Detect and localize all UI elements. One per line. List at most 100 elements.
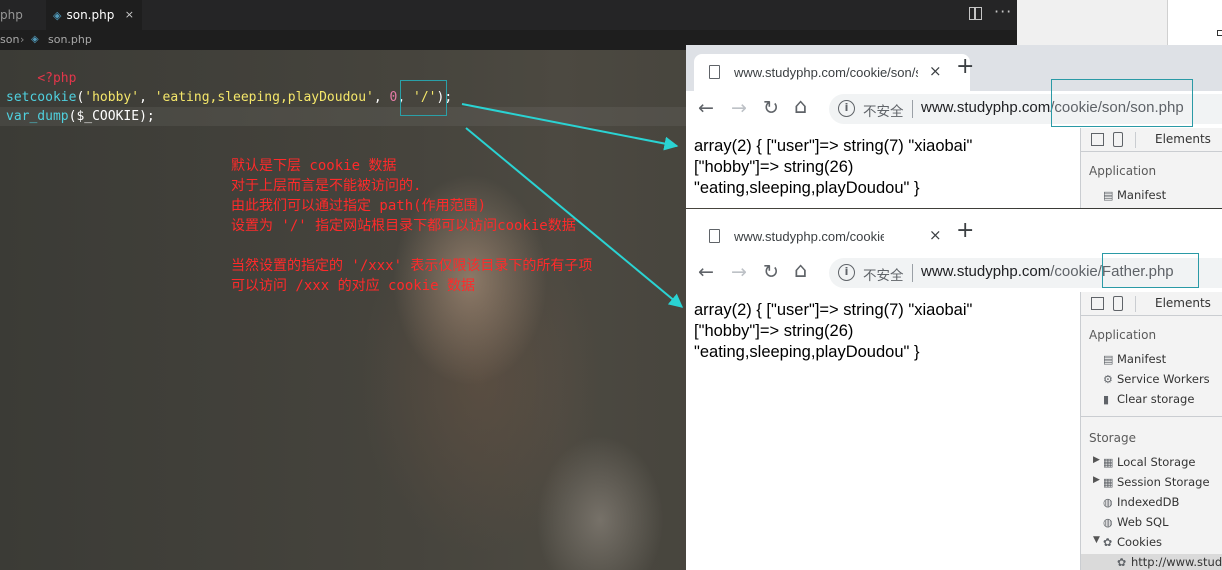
home-icon[interactable]: ⌂	[794, 94, 807, 118]
function-name: setcookie	[6, 90, 77, 105]
output-line: "eating,sleeping,playDoudou" }	[694, 179, 920, 197]
page-icon	[709, 65, 720, 79]
item-label: IndexedDB	[1117, 495, 1180, 509]
tab-elements[interactable]: Elements	[1155, 296, 1211, 310]
devtools-panel: Elements Application ▤ Manifest	[1080, 128, 1222, 208]
security-label: 不安全	[863, 268, 904, 284]
item-label: Web SQL	[1117, 515, 1169, 529]
database-icon: ◍	[1103, 516, 1113, 529]
editor-tab-bar: php ◈ son.php × ···	[0, 0, 1017, 30]
item-label: Local Storage	[1117, 455, 1196, 469]
forward-icon[interactable]: →	[731, 261, 747, 283]
path-highlight-box	[400, 80, 447, 116]
devtools-item-local-storage[interactable]: ▶ ▦ Local Storage	[1093, 455, 1196, 469]
devtools-item-cookies[interactable]: ▼ ✿ Cookies	[1093, 535, 1163, 549]
more-actions-icon[interactable]: ···	[994, 2, 1012, 21]
split-editor-icon[interactable]	[969, 7, 982, 20]
url-highlight-box	[1102, 253, 1199, 288]
devtools-item-manifest[interactable]: ▤ Manifest	[1103, 352, 1166, 366]
cookie-icon: ✿	[1117, 556, 1127, 569]
annotation-line: 默认是下层 cookie 数据	[231, 158, 397, 174]
expand-arrow-icon[interactable]: ▶	[1093, 455, 1100, 465]
url-host: www.studyphp.com	[921, 99, 1051, 116]
php-open-tag: <?php	[37, 71, 77, 86]
page-icon	[709, 229, 720, 243]
devtools-item-session-storage[interactable]: ▶ ▦ Session Storage	[1093, 475, 1210, 489]
php-file-icon: ◈	[53, 9, 62, 22]
devtools-item-web-sql[interactable]: ◍ Web SQL	[1103, 515, 1169, 529]
manifest-icon: ▤	[1103, 353, 1114, 366]
tab-label: son.php	[66, 8, 115, 22]
tab-label: php	[0, 8, 23, 22]
close-icon[interactable]: ×	[125, 0, 134, 30]
function-name: var_dump	[6, 109, 69, 124]
close-icon[interactable]: ×	[929, 226, 942, 244]
code-line-4[interactable]: var_dump($_COOKIE);	[6, 107, 155, 126]
new-tab-icon[interactable]: +	[956, 54, 974, 79]
device-toolbar-icon[interactable]	[1113, 132, 1123, 147]
annotation-line: 由此我们可以通过指定 path(作用范围)	[231, 198, 487, 214]
divider	[1135, 132, 1136, 148]
chevron-right-icon: ›	[20, 33, 25, 46]
url-host: www.studyphp.com	[921, 263, 1051, 280]
forward-icon[interactable]: →	[731, 97, 747, 119]
tab-php[interactable]: php	[0, 0, 46, 30]
browser-tab-title: www.studyphp.com/cookie/Father.php	[734, 229, 884, 244]
tab-son-php[interactable]: ◈ son.php ×	[46, 0, 142, 30]
browser-tab[interactable]: www.studyphp.com/cookie/Father.php ×	[694, 218, 970, 255]
new-tab-icon[interactable]: +	[956, 218, 974, 243]
reload-icon[interactable]: ↻	[763, 261, 779, 283]
output-line: array(2) { ["user"]=> string(7) "xiaobai…	[694, 301, 973, 319]
info-icon[interactable]: i	[838, 100, 855, 117]
devtools-item-clear-storage[interactable]: ▮ Clear storage	[1103, 392, 1194, 406]
grid-icon: ▦	[1103, 476, 1114, 489]
breadcrumb-file[interactable]: son.php	[48, 30, 92, 50]
close-icon[interactable]: ×	[929, 62, 942, 80]
back-icon[interactable]: ←	[698, 261, 714, 283]
output-line: ["hobby"]=> string(26)	[694, 158, 854, 176]
devtools-toolbar: Elements	[1081, 128, 1222, 152]
back-icon[interactable]: ←	[698, 97, 714, 119]
security-label: 不安全	[863, 104, 904, 120]
devtools-item-service-workers[interactable]: ⚙ Service Workers	[1103, 372, 1210, 386]
window-control-icon[interactable]	[1217, 30, 1222, 36]
devtools-item-indexeddb[interactable]: ◍ IndexedDB	[1103, 495, 1179, 509]
browser-tab-title: www.studyphp.com/cookie/son/son.php	[734, 65, 918, 80]
item-label: http://www.studyphp.com	[1131, 555, 1222, 569]
page-content: array(2) { ["user"]=> string(7) "xiaobai…	[686, 292, 1080, 363]
annotation-line: 当然设置的指定的 '/xxx' 表示仅限该目录下的所有子项	[231, 258, 593, 274]
item-label: Manifest	[1117, 352, 1167, 366]
database-icon: ◍	[1103, 496, 1113, 509]
divider	[912, 264, 913, 282]
divider	[1135, 296, 1136, 312]
url-highlight-box	[1051, 79, 1193, 127]
url-path: /cookie	[1050, 263, 1098, 280]
background-window	[1017, 0, 1222, 45]
page-content: array(2) { ["user"]=> string(7) "xiaobai…	[686, 128, 1080, 199]
expand-arrow-icon[interactable]: ▶	[1093, 475, 1100, 485]
punctuation: ,	[373, 90, 390, 105]
cookie-icon: ✿	[1103, 536, 1113, 549]
devtools-item-cookie-origin[interactable]: ✿ http://www.studyphp.com	[1117, 555, 1222, 569]
code-line-3[interactable]: setcookie('hobby', 'eating,sleeping,play…	[6, 88, 452, 107]
devtools-panel: Elements Application ▤ Manifest ⚙ Service …	[1080, 292, 1222, 570]
inspect-icon[interactable]	[1091, 133, 1104, 146]
expand-arrow-icon[interactable]: ▼	[1093, 535, 1100, 545]
inspect-icon[interactable]	[1091, 297, 1104, 310]
browser-window-son: www.studyphp.com/cookie/son/son.php × + …	[686, 45, 1222, 208]
breadcrumb-folder[interactable]: son	[0, 30, 19, 50]
window-panel	[1167, 0, 1222, 45]
info-icon[interactable]: i	[838, 264, 855, 281]
item-label: Cookies	[1117, 535, 1163, 549]
home-icon[interactable]: ⌂	[794, 258, 807, 282]
annotation-line: 对于上层而言是不能被访问的.	[231, 178, 422, 194]
php-file-icon: ◈	[31, 34, 39, 45]
device-toolbar-icon[interactable]	[1113, 296, 1123, 311]
reload-icon[interactable]: ↻	[763, 97, 779, 119]
section-application: Application	[1089, 328, 1157, 342]
browser-tab[interactable]: www.studyphp.com/cookie/son/son.php ×	[694, 54, 970, 91]
tab-elements[interactable]: Elements	[1155, 132, 1211, 146]
punctuation: ,	[139, 90, 155, 105]
devtools-item-manifest[interactable]: ▤ Manifest	[1103, 188, 1166, 202]
section-storage: Storage	[1089, 431, 1136, 445]
